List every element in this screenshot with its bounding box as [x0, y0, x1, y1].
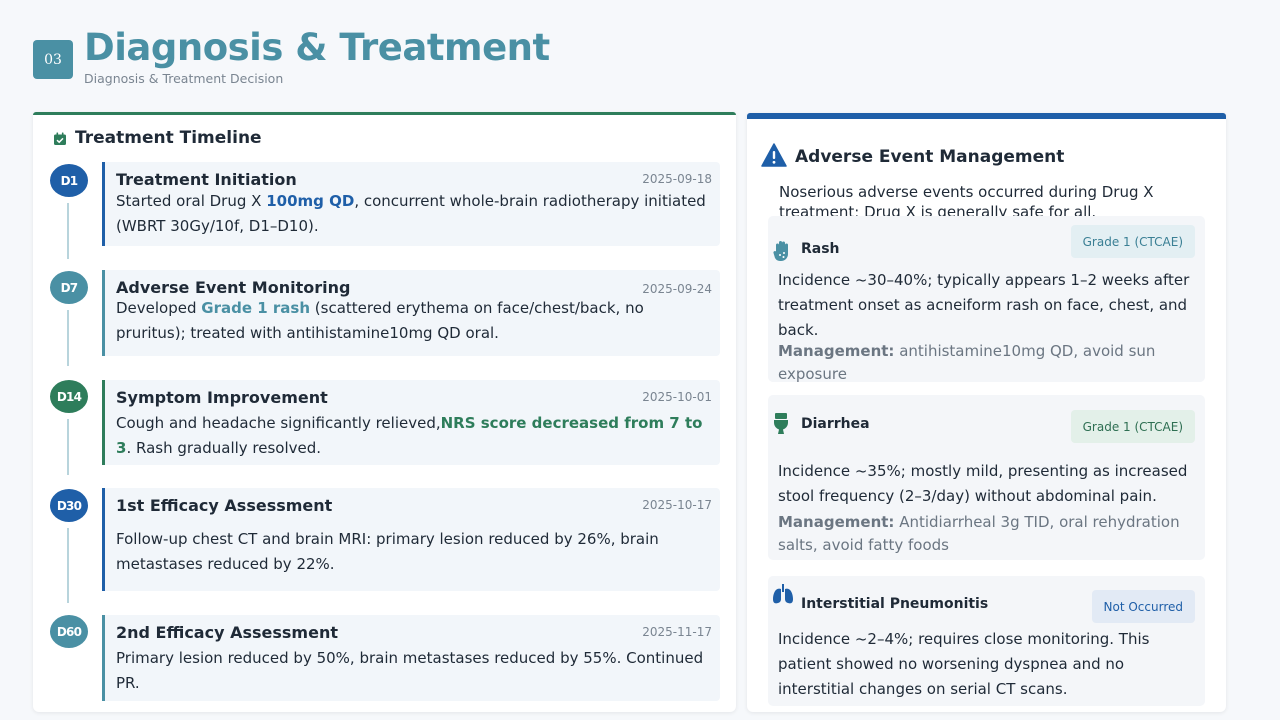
- timeline-title: Treatment Timeline: [75, 128, 262, 148]
- timeline-item-title: 1st Efficacy Assessment: [116, 496, 333, 515]
- timeline-day-marker: D60: [50, 615, 88, 648]
- adverse-event-incidence: Incidence ~2–4%; requires close monitori…: [778, 630, 1150, 698]
- timeline-item-title: Adverse Event Monitoring: [116, 278, 351, 297]
- lungs-icon: [773, 584, 793, 604]
- adverse-event-card: Adverse Event Management Noserious adver…: [747, 113, 1226, 712]
- timeline-item-title: Treatment Initiation: [116, 170, 297, 189]
- timeline-item: 2nd Efficacy Assessment 2025-11-17 Prima…: [102, 615, 720, 701]
- timeline-item: Treatment Initiation 2025-09-18 Started …: [102, 162, 720, 246]
- timeline-connector: [67, 528, 69, 603]
- timeline-item-date: 2025-10-17: [642, 498, 712, 512]
- timeline-day-marker: D14: [50, 380, 88, 413]
- timeline-day-marker: D7: [50, 271, 88, 304]
- section-number-badge: 03: [33, 40, 73, 79]
- timeline-item-text: Started oral Drug X 100mg QD, concurrent…: [116, 192, 706, 235]
- page-subtitle: Diagnosis & Treatment Decision: [84, 71, 284, 86]
- timeline-item-date: 2025-11-17: [642, 625, 712, 639]
- timeline-item-text: Cough and headache significantly relieve…: [116, 414, 703, 457]
- timeline-connector: [67, 419, 69, 475]
- timeline-item-date: 2025-10-01: [642, 390, 712, 404]
- adverse-event-name: Rash: [801, 241, 840, 257]
- adverse-event-item: Diarrhea Grade 1 (CTCAE) Incidence ~35%;…: [768, 395, 1205, 560]
- adverse-event-incidence: Incidence ~35%; mostly mild, presenting …: [778, 462, 1188, 505]
- warning-triangle-icon: [761, 143, 787, 167]
- timeline-item-text: Primary lesion reduced by 50%, brain met…: [116, 649, 704, 692]
- adverse-event-title: Adverse Event Management: [795, 147, 1065, 167]
- timeline-item-title: 2nd Efficacy Assessment: [116, 623, 338, 642]
- adverse-event-management: Management: antihistamine10mg QD, avoid …: [778, 342, 1156, 383]
- timeline-day-marker: D30: [50, 489, 88, 522]
- page-title: Diagnosis & Treatment: [84, 26, 550, 69]
- grade-badge: Grade 1 (CTCAE): [1070, 225, 1195, 258]
- hand-dots-icon: [773, 241, 788, 261]
- timeline-item-text: Developed Grade 1 rash (scattered erythe…: [116, 299, 644, 342]
- adverse-event-management: Management: Antidiarrheal 3g TID, oral r…: [778, 513, 1180, 554]
- treatment-timeline-card: Treatment Timeline D1 Treatment Initiati…: [33, 112, 736, 712]
- adverse-event-name: Diarrhea: [801, 416, 870, 432]
- timeline-item: Symptom Improvement 2025-10-01 Cough and…: [102, 380, 720, 465]
- highlight-dose: 100mg QD: [266, 192, 355, 210]
- timeline-item: Adverse Event Monitoring 2025-09-24 Deve…: [102, 270, 720, 356]
- timeline-item: 1st Efficacy Assessment 2025-10-17 Follo…: [102, 488, 720, 591]
- adverse-event-item: Interstitial Pneumonitis Not Occurred In…: [768, 576, 1205, 706]
- timeline-item-text: Follow-up chest CT and brain MRI: primar…: [116, 530, 659, 573]
- timeline-day-marker: D1: [50, 164, 88, 197]
- timeline-item-date: 2025-09-18: [642, 172, 712, 186]
- grade-badge: Grade 1 (CTCAE): [1070, 410, 1195, 443]
- timeline-connector: [67, 203, 69, 259]
- adverse-event-incidence: Incidence ~30–40%; typically appears 1–2…: [778, 271, 1190, 339]
- toilet-icon: [774, 413, 788, 434]
- adverse-event-name: Interstitial Pneumonitis: [801, 596, 989, 612]
- highlight-rash: Grade 1 rash: [201, 299, 311, 317]
- timeline-connector: [67, 310, 69, 366]
- adverse-event-item: Rash Grade 1 (CTCAE) Incidence ~30–40%; …: [768, 216, 1205, 383]
- status-badge: Not Occurred: [1091, 590, 1195, 623]
- calendar-check-icon: [54, 132, 66, 145]
- timeline-item-title: Symptom Improvement: [116, 388, 328, 407]
- timeline-item-date: 2025-09-24: [642, 282, 712, 296]
